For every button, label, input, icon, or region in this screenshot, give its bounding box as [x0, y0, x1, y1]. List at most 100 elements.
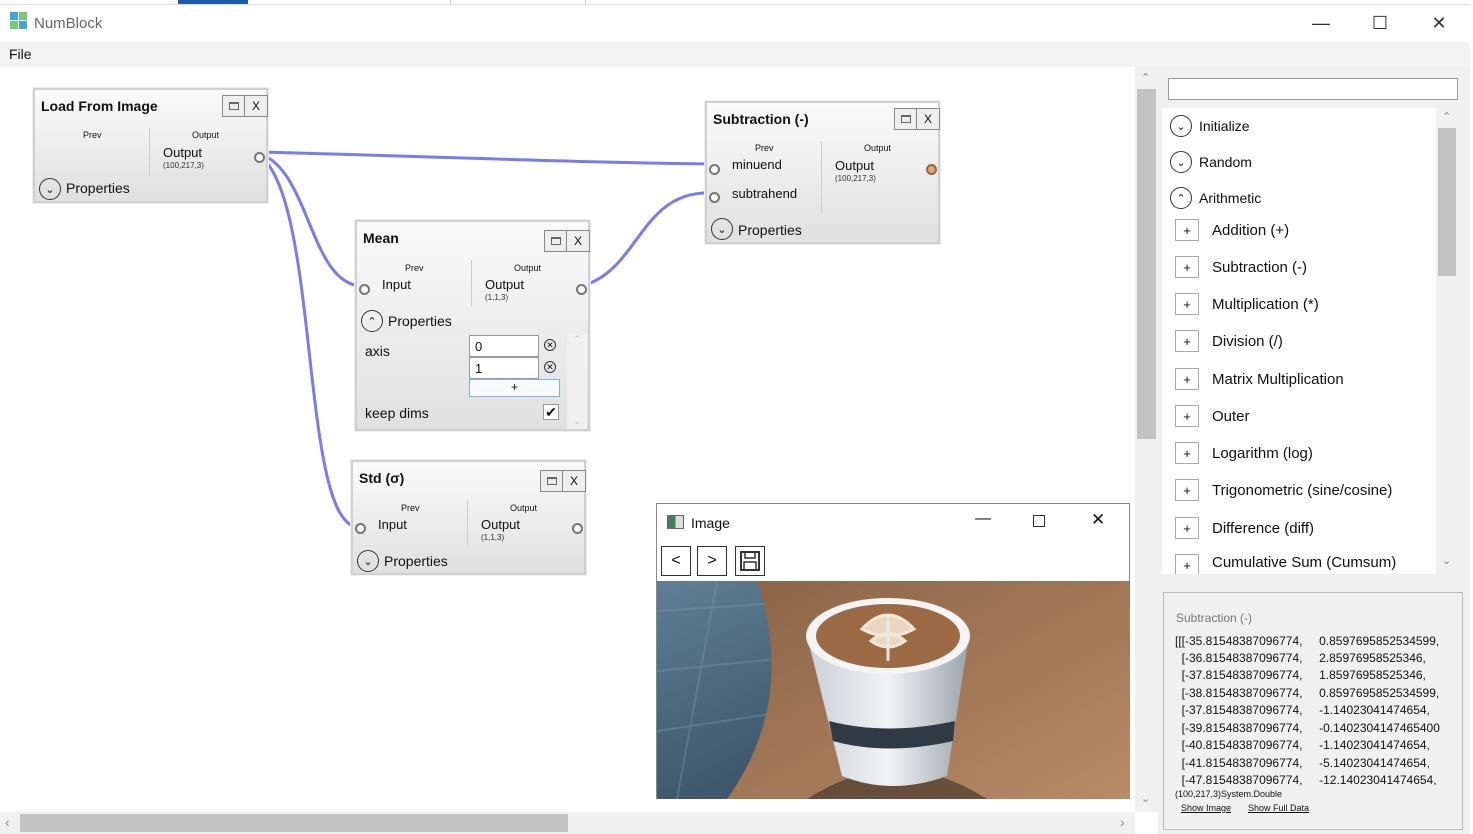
add-icon[interactable]: + [1175, 368, 1199, 390]
add-icon[interactable]: + [1175, 330, 1199, 352]
output-row: [-37.81548387096774, 1.85976958525346, [1175, 668, 1426, 682]
output-port[interactable] [576, 284, 587, 295]
axis-value-field[interactable]: 0 [469, 335, 539, 357]
chevron-down-icon[interactable]: ⌄ [39, 178, 61, 200]
prev-header: Prev [405, 263, 424, 273]
category-label: Random [1199, 154, 1252, 170]
minimize-button[interactable]: — [1298, 4, 1344, 42]
canvas-vertical-scrollbar[interactable]: ⌃ ⌄ [1135, 67, 1158, 812]
properties-toggle[interactable]: Properties [66, 180, 130, 196]
close-button[interactable]: ✕ [1091, 510, 1105, 530]
add-icon[interactable]: + [1175, 517, 1199, 539]
chevron-down-icon[interactable]: ⌄ [357, 550, 379, 572]
image-window[interactable]: Image — ✕ < > [656, 503, 1130, 799]
op-division[interactable]: + Division (/) [1175, 330, 1283, 352]
close-button[interactable]: ✕ [1416, 4, 1462, 42]
input-port[interactable] [359, 284, 370, 295]
image-window-title: Image [691, 515, 730, 531]
output-label: Output [481, 517, 521, 532]
input-port[interactable] [355, 523, 366, 534]
add-icon[interactable]: + [1175, 219, 1199, 241]
close-node-button[interactable]: X [563, 471, 585, 491]
input-label: Input [378, 517, 407, 532]
palette-search-input[interactable] [1168, 78, 1458, 100]
save-image-button[interactable] [735, 546, 765, 576]
output-port[interactable] [254, 152, 265, 163]
op-outer[interactable]: + Outer [1175, 405, 1250, 427]
node-title: Std (σ) [359, 470, 405, 486]
op-label: Subtraction (-) [1212, 258, 1308, 276]
chevron-down-icon[interactable]: ⌄ [711, 218, 733, 240]
minimize-button[interactable]: — [975, 510, 991, 528]
maximize-button[interactable]: ☐ [1357, 4, 1403, 42]
scroll-down-icon[interactable]: ⌄ [567, 416, 587, 427]
close-node-button[interactable]: X [917, 109, 939, 129]
axis-value-field[interactable]: 1 [469, 357, 539, 379]
output-label: Output [485, 277, 525, 292]
scrollbar-thumb[interactable] [1438, 128, 1456, 276]
properties-scrollbar[interactable]: ⌃ ⌄ [567, 334, 587, 429]
previous-image-button[interactable]: < [661, 546, 691, 576]
scrollbar-thumb[interactable] [1137, 89, 1156, 439]
properties-toggle[interactable]: Properties [738, 222, 802, 238]
op-subtraction[interactable]: + Subtraction (-) [1175, 256, 1307, 278]
add-icon[interactable]: + [1175, 442, 1199, 464]
scroll-down-icon[interactable]: ⌄ [1442, 554, 1451, 567]
canvas-horizontal-scrollbar[interactable]: ‹ › [0, 812, 1135, 834]
minimize-node-button[interactable] [545, 231, 567, 251]
properties-toggle[interactable]: Properties [384, 553, 448, 569]
next-image-button[interactable]: > [697, 546, 727, 576]
output-port[interactable] [926, 164, 937, 175]
op-difference[interactable]: + Difference (diff) [1175, 517, 1314, 539]
remove-icon[interactable]: ✕ [544, 339, 556, 351]
scroll-up-icon[interactable]: ⌃ [567, 334, 587, 345]
minimize-node-button[interactable] [223, 96, 245, 116]
scroll-up-icon[interactable]: ⌃ [1442, 110, 1451, 123]
node-load-from-image[interactable]: Load From Image X Prev Output Output (10… [33, 88, 268, 203]
chevron-up-icon[interactable]: ⌃ [361, 310, 383, 332]
scroll-right-icon[interactable]: › [1120, 814, 1125, 830]
node-mean[interactable]: Mean X Prev Output Input Output (1,1,3) … [355, 220, 590, 431]
show-image-link[interactable]: Show Image [1181, 803, 1231, 813]
properties-toggle[interactable]: Properties [388, 313, 452, 329]
close-node-button[interactable]: X [245, 96, 267, 116]
palette-scrollbar[interactable]: ⌃ ⌄ [1436, 108, 1458, 574]
keepdims-checkbox[interactable]: ✔ [543, 404, 559, 420]
category-initialize[interactable]: ⌄ Initialize [1170, 115, 1250, 137]
add-icon[interactable]: + [1175, 554, 1199, 574]
category-random[interactable]: ⌄ Random [1170, 151, 1252, 173]
minimize-node-button[interactable] [541, 471, 563, 491]
scrollbar-thumb[interactable] [20, 814, 568, 832]
op-label: Cumulative Sum (Cumsum) [1212, 554, 1397, 571]
minuend-port[interactable] [709, 164, 720, 175]
add-icon[interactable]: + [1175, 405, 1199, 427]
minimize-node-button[interactable] [895, 109, 917, 129]
op-cumsum[interactable]: + Cumulative Sum (Cumsum) [1175, 554, 1396, 574]
maximize-button[interactable] [1033, 515, 1045, 527]
add-icon[interactable]: + [1175, 256, 1199, 278]
add-axis-button[interactable]: + [469, 379, 560, 397]
show-full-data-link[interactable]: Show Full Data [1248, 803, 1309, 813]
subtrahend-port[interactable] [709, 192, 720, 203]
scroll-down-icon[interactable]: ⌄ [1141, 792, 1150, 805]
op-label: Trigonometric (sine/cosine) [1212, 481, 1393, 499]
node-std[interactable]: Std (σ) X Prev Output Input Output (1,1,… [351, 460, 586, 575]
op-trigonometric[interactable]: + Trigonometric (sine/cosine) [1175, 479, 1392, 501]
close-node-button[interactable]: X [567, 231, 589, 251]
remove-icon[interactable]: ✕ [544, 361, 556, 373]
op-matrix-multiplication[interactable]: + Matrix Multiplication [1175, 368, 1344, 390]
node-buttons: X [540, 470, 586, 492]
op-label: Addition (+) [1212, 221, 1290, 239]
scroll-up-icon[interactable]: ⌃ [1141, 71, 1150, 84]
op-logarithm[interactable]: + Logarithm (log) [1175, 442, 1313, 464]
output-row: [-39.81548387096774, -0.1402304147465400 [1175, 721, 1440, 735]
output-port[interactable] [572, 523, 583, 534]
add-icon[interactable]: + [1175, 293, 1199, 315]
scroll-left-icon[interactable]: ‹ [5, 814, 10, 830]
node-subtraction[interactable]: Subtraction (-) X Prev Output minuend su… [705, 101, 940, 244]
add-icon[interactable]: + [1175, 479, 1199, 501]
category-arithmetic[interactable]: ⌃ Arithmetic [1170, 187, 1261, 209]
wire-mean-subtrahend [581, 191, 713, 288]
op-addition[interactable]: + Addition (+) [1175, 219, 1289, 241]
op-multiplication[interactable]: + Multiplication (*) [1175, 293, 1319, 315]
